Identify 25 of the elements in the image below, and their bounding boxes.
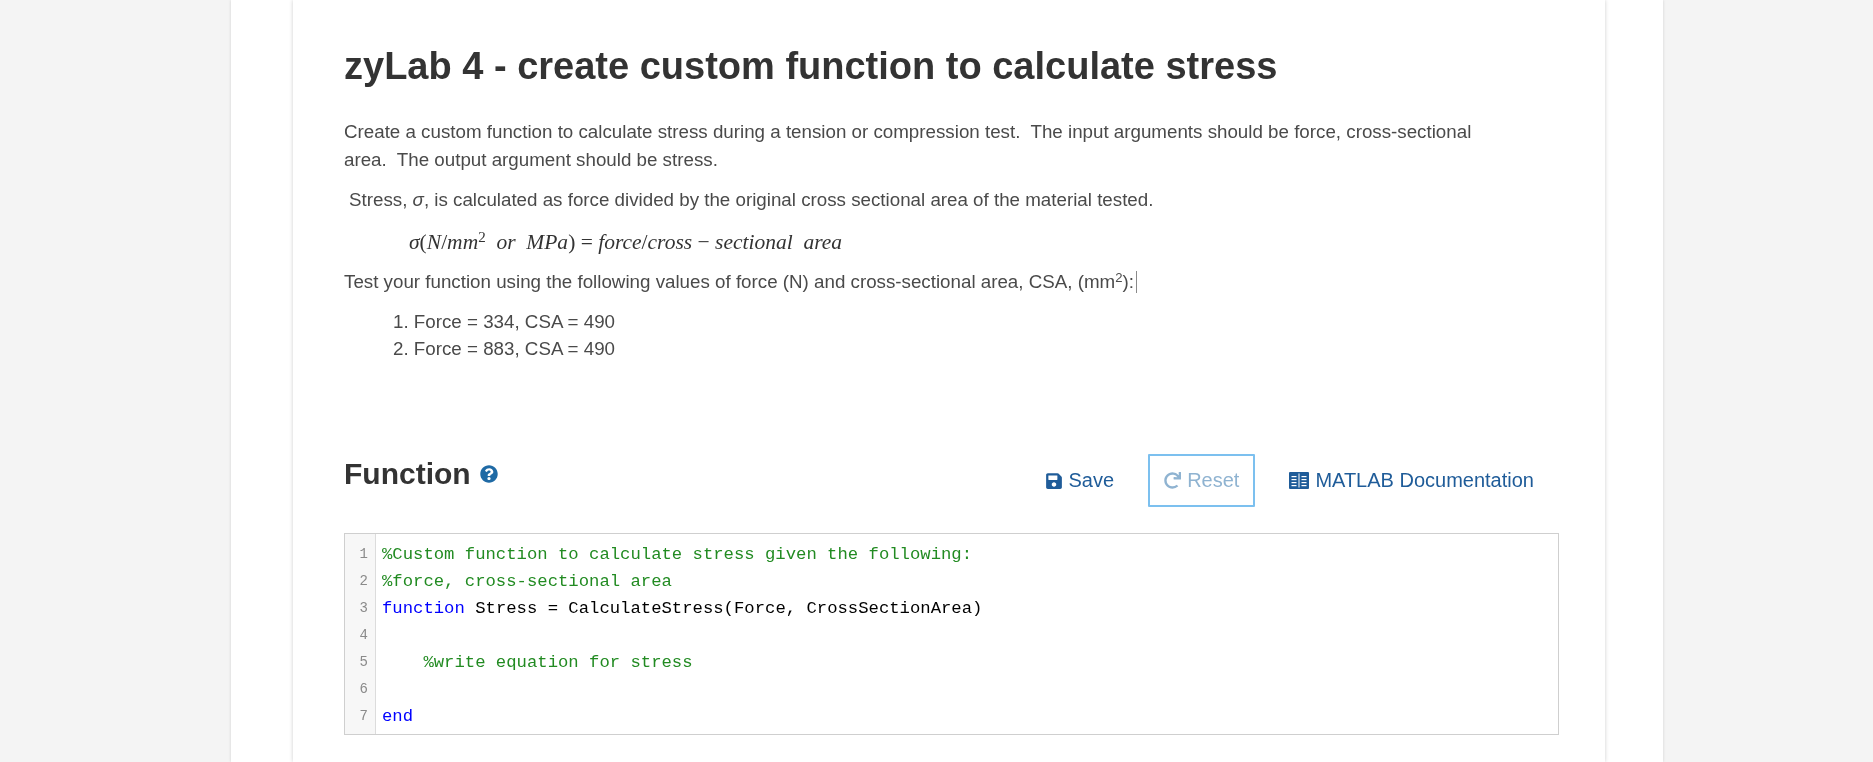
line-number: 7 [359,707,368,727]
circular-arrow-icon [1164,472,1182,490]
test-instructions-text: Test your function using the following values of force (N) and cross-sectional area, CSA, (mm$^{2}$): [344,269,1134,294]
code-editor[interactable]: 1 2 3 4 5 6 7 %Custom function to calculate stress given the following: %force, cross-sectional area function Stress = CalculateStress(Force, CrossSectionArea) %write equation for stress end [344,533,1559,736]
line-number: 4 [359,626,368,646]
code-line: %force, cross-sectional area [382,571,672,594]
code-line: %write equation for stress [422,652,693,675]
line-number: 1 [359,545,368,565]
line-number: 5 [359,653,368,673]
test-value-item: 2. Force = 883, CSA = 490 [393,336,616,361]
help-icon[interactable] [479,465,498,484]
section-heading: Function [344,456,471,493]
code-line: %Custom function to calculate stress given the following: [382,544,973,567]
stress-formula: σ(N/mm$^{2}$ or MPa) = force/cross − sectional area [409,228,843,256]
book-icon [1289,472,1310,490]
description-text: Create a custom function to calculate stress during a tension or compression test. The input arguments should be force, cross-sectional area. The output argument should be stress. [344,120,1473,172]
line-number: 3 [359,599,368,619]
page-title: zyLab 4 - create custom function to calculate stress [344,44,1278,89]
code-line: function Stress = CalculateStress(Force, CrossSectionArea) [382,598,983,621]
code-line: end [382,706,414,729]
definition-text: Stress, σ, is calculated as force divided by the original cross sectional area of the material tested. [349,188,1154,212]
line-number: 6 [359,680,368,700]
save-icon [1044,471,1063,490]
test-value-item: 1. Force = 334, CSA = 490 [393,310,616,334]
line-number: 2 [359,572,368,592]
